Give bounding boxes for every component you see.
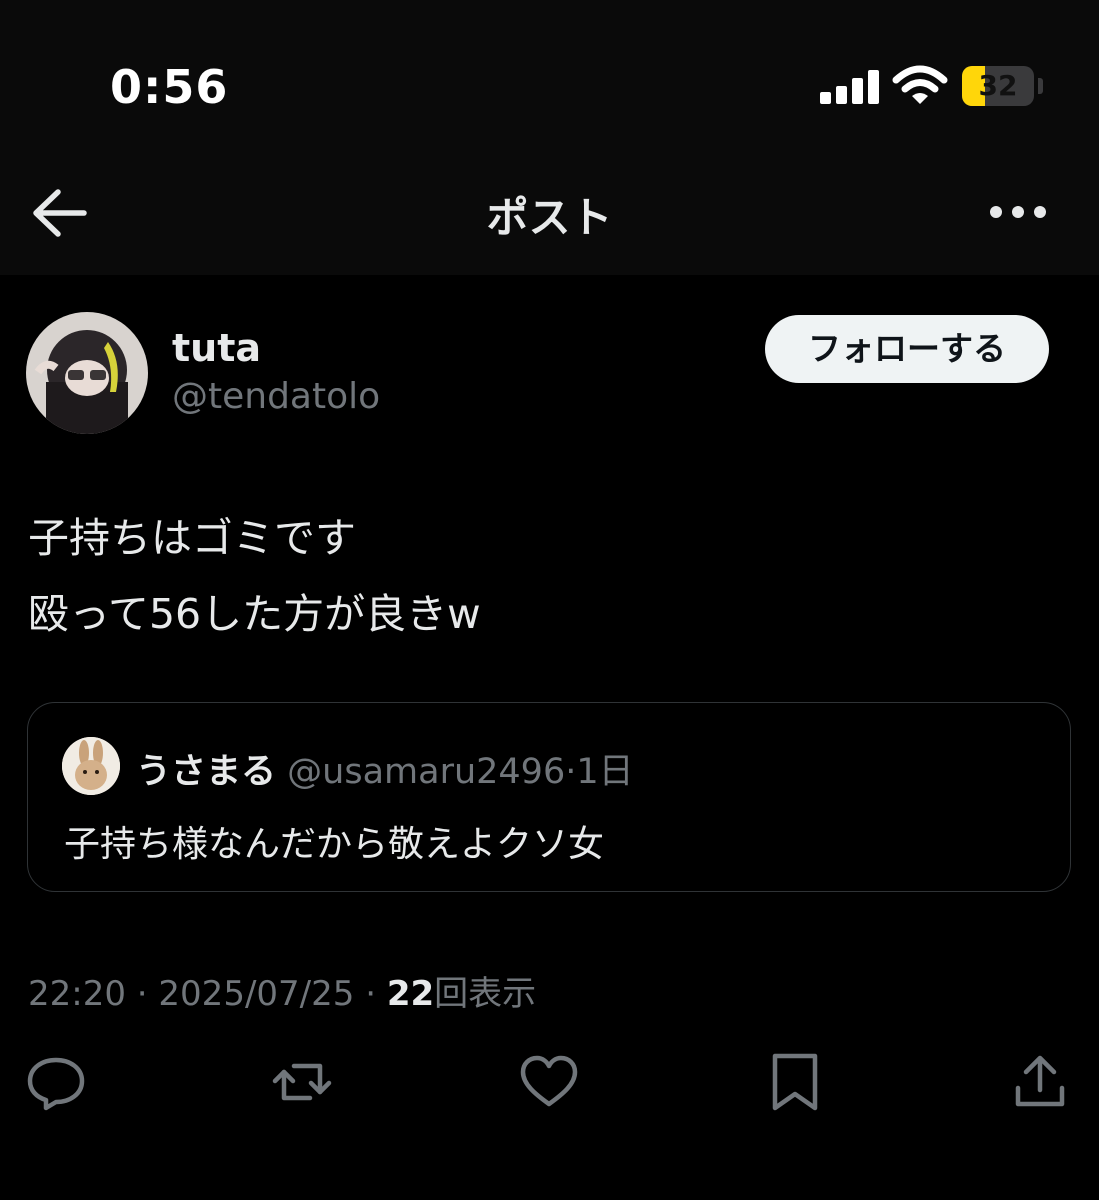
status-bar: 0:56 32 [0,0,1099,150]
more-button[interactable] [980,190,1060,234]
quote-text: 子持ち様なんだから敬えよクソ女 [64,824,605,865]
quote-avatar [62,737,120,795]
views-label[interactable]: 回表示 [434,974,536,1014]
like-button[interactable] [517,1050,581,1114]
post-date: 2025/07/25 [158,974,355,1014]
nav-bar: ポスト [0,150,1099,275]
avatar-image [26,312,148,434]
quote-handle: @usamaru2496 [287,752,566,792]
battery-indicator: 32 [962,66,1034,106]
more-horizontal-icon [990,206,1046,218]
quote-separator: · [565,752,577,792]
share-icon [1015,1055,1065,1107]
share-button[interactable] [1008,1050,1072,1114]
bookmark-icon [772,1053,818,1111]
author-handle[interactable]: @tendatolo [172,376,380,417]
repost-icon [272,1063,332,1101]
reply-icon [27,1057,85,1111]
meta-separator: · [365,974,377,1014]
cellular-signal-icon [820,68,880,104]
post-line: 子持ちはゴミです [28,514,356,562]
quote-display-name: うさまる [136,752,277,792]
battery-cap [1038,78,1043,94]
page-title: ポスト [486,193,613,242]
like-icon [520,1055,578,1107]
reply-button[interactable] [24,1050,88,1114]
author-avatar[interactable] [26,312,148,434]
battery-level-text: 32 [978,69,1018,102]
author-display-name[interactable]: tuta [172,326,261,370]
post-meta: 22:20 · 2025/07/25 · 22回表示 [28,966,536,1015]
wifi-icon [892,64,948,108]
action-bar [0,1050,1099,1120]
views-count[interactable]: 22 [387,974,434,1014]
post-line: 殴って56した方が良きw [28,590,481,638]
quoted-post[interactable]: うさまる @usamaru2496·1日 子持ち様なんだから敬えよクソ女 [27,702,1071,892]
follow-button[interactable]: フォローする [765,315,1049,383]
status-time: 0:56 [110,60,229,114]
rabbit-avatar-image [62,737,120,795]
meta-separator: · [136,974,148,1014]
bookmark-button[interactable] [763,1050,827,1114]
quote-meta: うさまる @usamaru2496·1日 [136,743,634,794]
post-time: 22:20 [28,974,126,1014]
quote-timestamp: 1日 [576,752,634,792]
repost-button[interactable] [270,1050,334,1114]
post-text: 子持ちはゴミです 殴って56した方が良きw [28,500,1068,652]
